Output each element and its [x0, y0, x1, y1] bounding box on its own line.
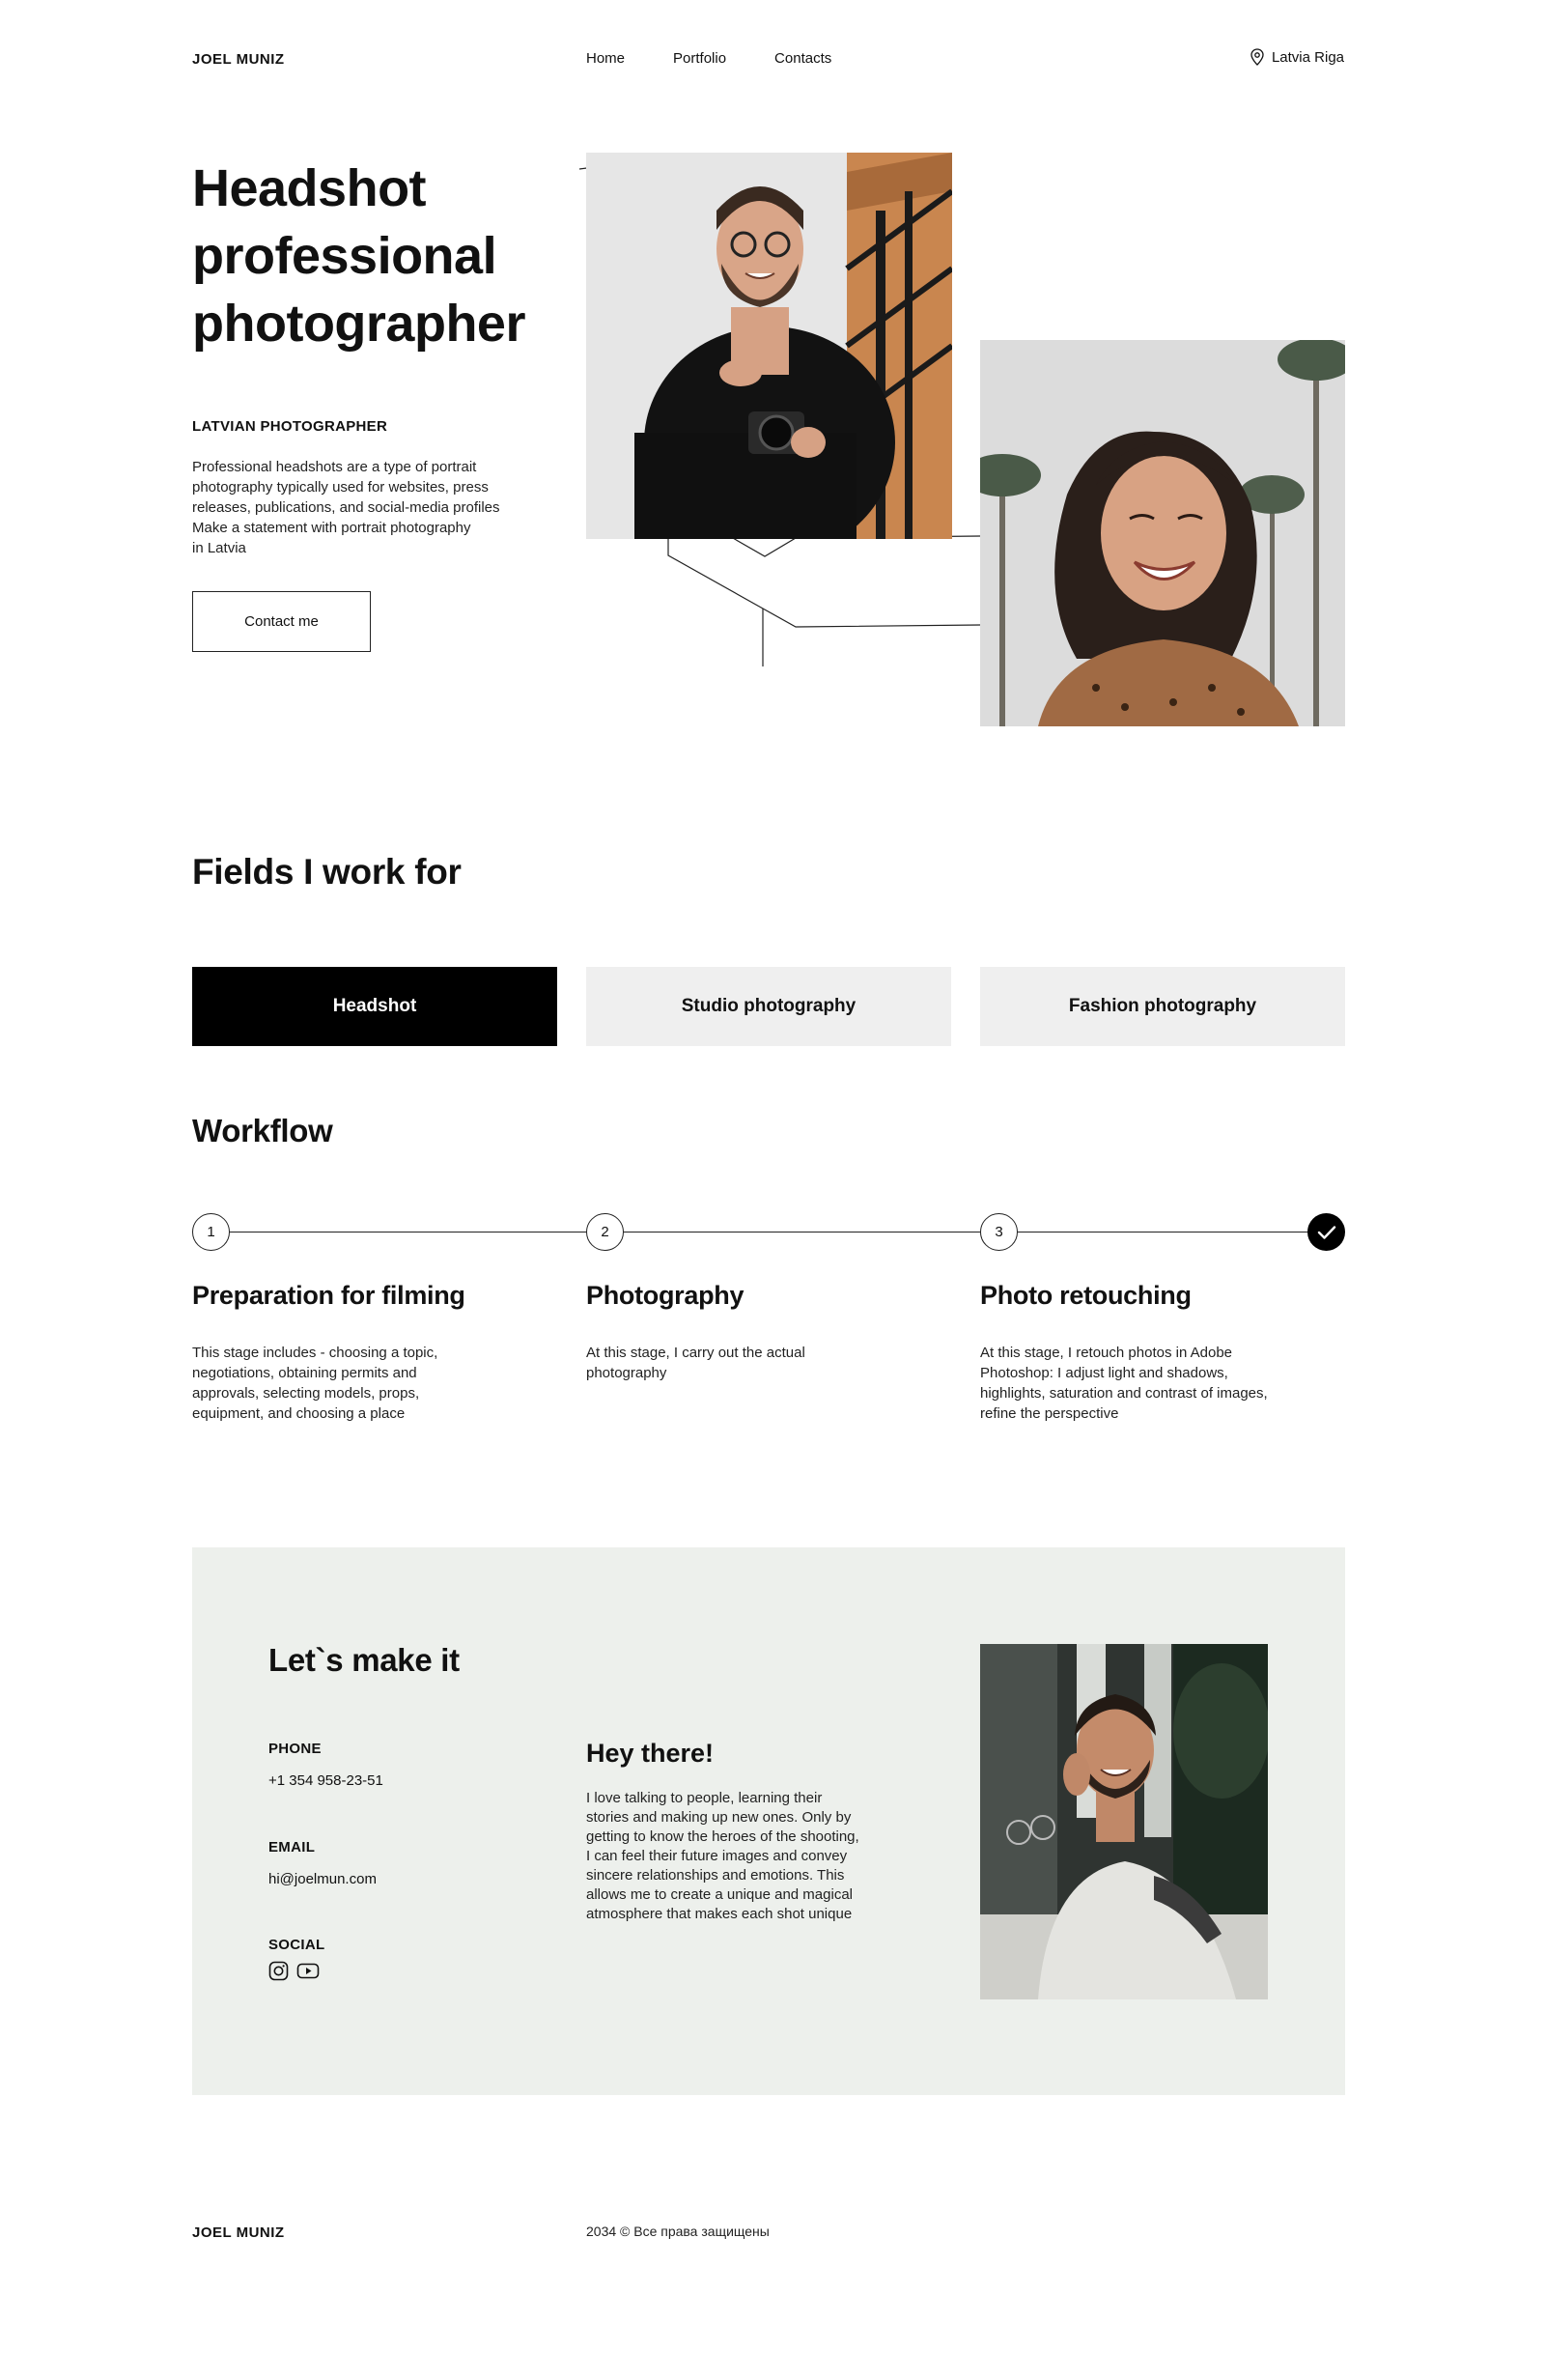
youtube-icon[interactable] [296, 1961, 320, 1981]
location-text: Latvia Riga [1271, 48, 1344, 66]
hey-title: Hey there! [586, 1739, 715, 1768]
tab-headshot[interactable]: Headshot [192, 967, 557, 1046]
step-description: This stage includes - choosing a topic, … [192, 1345, 438, 1422]
contact-me-button[interactable]: Contact me [192, 591, 371, 652]
step-number-badge: 3 [980, 1213, 1018, 1251]
workflow-title: Workflow [192, 1113, 333, 1148]
workflow-done-badge [1307, 1213, 1345, 1251]
hero-description: Professional headshots are a type of por… [192, 459, 500, 556]
map-pin-icon [1250, 48, 1264, 66]
footer-logo[interactable]: JOEL MUNIZ [192, 2224, 285, 2241]
hero-subtitle: LATVIAN PHOTOGRAPHER [192, 418, 388, 435]
step-title: Photo retouching [980, 1281, 1192, 1310]
step-title: Preparation for filming [192, 1281, 465, 1310]
phone-value[interactable]: +1 354 958-23-51 [268, 1772, 383, 1789]
tab-fashion-photography[interactable]: Fashion photography [980, 967, 1345, 1046]
social-label: SOCIAL [268, 1937, 325, 1953]
fields-title: Fields I work for [192, 852, 462, 892]
email-label: EMAIL [268, 1839, 316, 1856]
checkmark-icon [1317, 1225, 1335, 1239]
photographer-seated-image [980, 1644, 1268, 1999]
tab-studio-photography[interactable]: Studio photography [586, 967, 951, 1046]
location: Latvia Riga [1250, 48, 1344, 66]
step-title: Photography [586, 1281, 744, 1310]
hero-title: Headshot professional photographer [192, 159, 525, 353]
step-number-badge: 1 [192, 1213, 230, 1251]
email-value[interactable]: hi@joelmun.com [268, 1871, 377, 1887]
step-description: At this stage, I retouch photos in Adobe… [980, 1345, 1268, 1422]
step-number-badge: 2 [586, 1213, 624, 1251]
phone-label: PHONE [268, 1741, 322, 1757]
copyright-text: 2034 © Все права защищены [586, 2224, 770, 2239]
nav-portfolio-link[interactable]: Portfolio [673, 50, 726, 67]
contact-title: Let`s make it [268, 1642, 460, 1678]
social-links [268, 1961, 320, 1981]
nav-contacts-link[interactable]: Contacts [774, 50, 831, 67]
step-description: At this stage, I carry out the actual ph… [586, 1345, 805, 1381]
site-logo[interactable]: JOEL MUNIZ [192, 51, 285, 68]
instagram-icon[interactable] [268, 1961, 289, 1981]
woman-portrait-image [980, 340, 1345, 726]
hey-text: I love talking to people, learning their… [586, 1790, 859, 1922]
photographer-portrait-image [586, 153, 952, 539]
main-nav: Home Portfolio Contacts [586, 50, 831, 67]
nav-home-link[interactable]: Home [586, 50, 625, 67]
